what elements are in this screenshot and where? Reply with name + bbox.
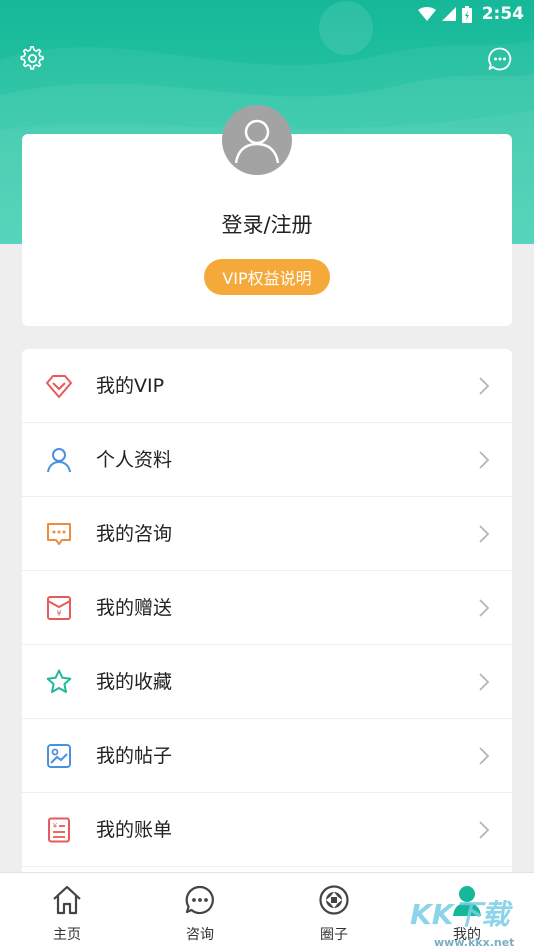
menu-item-label: 个人资料 [96, 449, 173, 471]
tab-circle[interactable]: 圈子 [284, 873, 384, 951]
menu-item-profile[interactable]: 个人资料 [22, 423, 512, 497]
menu-item-favorites[interactable]: 我的收藏 [22, 645, 512, 719]
svg-text:¥: ¥ [53, 822, 58, 830]
menu-item-posts[interactable]: 我的帖子 [22, 719, 512, 793]
chat-icon [47, 523, 71, 545]
home-icon [53, 885, 81, 915]
menu-list: 我的VIP 个人资料 我的咨询 ¥ 我的赠送 我的收藏 我的帖子 ¥ 我的账单 [22, 349, 512, 889]
person-icon [47, 448, 71, 473]
chevron-right-icon [479, 377, 490, 395]
tab-label: 主页 [53, 927, 81, 943]
menu-item-bills[interactable]: ¥ 我的账单 [22, 793, 512, 867]
chevron-right-icon [479, 673, 490, 691]
tab-consult[interactable]: 咨询 [150, 873, 250, 951]
bill-icon: ¥ [48, 817, 70, 843]
gift-envelope-icon: ¥ [47, 596, 71, 620]
menu-item-label: 我的收藏 [96, 671, 173, 693]
battery-icon [461, 5, 472, 23]
status-bar: 2:54 [0, 0, 534, 28]
avatar[interactable] [222, 105, 292, 175]
settings-button[interactable] [20, 46, 46, 72]
watermark: KK下载 www.kkx.net [410, 893, 534, 950]
gear-icon [20, 46, 44, 70]
circle-icon [319, 885, 349, 915]
image-post-icon [47, 744, 71, 768]
chevron-right-icon [479, 451, 490, 469]
vip-benefits-button[interactable]: VIP权益说明 [204, 259, 330, 295]
message-bubble-icon [488, 47, 512, 71]
message-button[interactable] [487, 46, 513, 72]
default-avatar-icon [234, 119, 280, 164]
chevron-right-icon [479, 525, 490, 543]
watermark-url: www.kkx.net [434, 936, 515, 949]
menu-item-consult[interactable]: 我的咨询 [22, 497, 512, 571]
tab-home[interactable]: 主页 [17, 873, 117, 951]
menu-item-vip[interactable]: 我的VIP [22, 349, 512, 423]
menu-item-label: 我的VIP [96, 375, 165, 397]
menu-item-gift[interactable]: ¥ 我的赠送 [22, 571, 512, 645]
watermark-text: KK下载 [410, 898, 510, 931]
login-register-link[interactable]: 登录/注册 [0, 209, 534, 239]
menu-item-label: 我的账单 [96, 819, 173, 841]
star-icon [46, 669, 72, 693]
tab-label: 咨询 [186, 927, 214, 943]
chevron-right-icon [479, 747, 490, 765]
tab-label: 圈子 [320, 927, 348, 943]
wifi-icon [417, 7, 436, 21]
menu-item-label: 我的赠送 [96, 597, 173, 619]
chevron-right-icon [479, 599, 490, 617]
chat-bubble-icon [185, 885, 214, 915]
signal-icon [441, 7, 456, 21]
chevron-right-icon [479, 821, 490, 839]
svg-text:¥: ¥ [56, 609, 61, 618]
menu-item-label: 我的帖子 [96, 745, 173, 767]
status-time: 2:54 [481, 4, 524, 24]
menu-item-label: 我的咨询 [96, 523, 173, 545]
diamond-icon [46, 375, 72, 398]
